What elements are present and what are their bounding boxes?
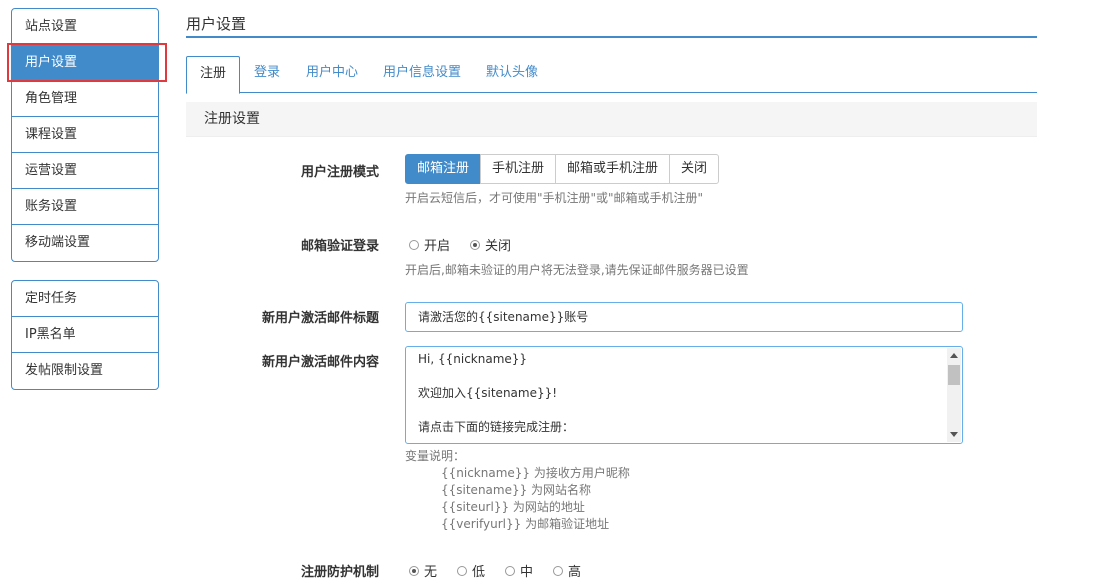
sidebar-item-mobile-settings[interactable]: 移动端设置 xyxy=(12,225,158,261)
protection-high-label: 高 xyxy=(568,565,582,580)
register-mode-group: 邮箱注册 手机注册 邮箱或手机注册 关闭 xyxy=(405,154,720,184)
email-verify-radios: 开启 关闭 xyxy=(409,235,531,254)
scroll-up-arrow-icon[interactable] xyxy=(950,353,958,358)
page-title: 用户设置 xyxy=(186,15,247,33)
email-verify-help: 开启后,邮箱未验证的用户将无法登录,请先保证邮件服务器已设置 xyxy=(405,263,749,277)
sidebar-item-operation-settings[interactable]: 运营设置 xyxy=(12,153,158,189)
tab-login[interactable]: 登录 xyxy=(254,56,280,93)
register-mode-help: 开启云短信后，才可使用"手机注册"或"邮箱或手机注册" xyxy=(405,191,704,205)
protection-medium-radio[interactable]: 中 xyxy=(505,561,533,580)
register-mode-email-button[interactable]: 邮箱注册 xyxy=(405,154,482,184)
variable-item: {{siteurl}} 为网站的地址 xyxy=(441,500,585,514)
email-verify-on-radio[interactable]: 开启 xyxy=(409,235,450,254)
sidebar-item-role-management[interactable]: 角色管理 xyxy=(12,81,158,117)
tab-bar: 注册 登录 用户中心 用户信息设置 默认头像 xyxy=(186,56,1037,94)
register-mode-phone-button[interactable]: 手机注册 xyxy=(480,154,557,184)
sidebar-item-post-limit[interactable]: 发帖限制设置 xyxy=(12,353,158,389)
email-verify-on-label: 开启 xyxy=(424,239,451,254)
section-header: 注册设置 xyxy=(186,102,1037,137)
sidebar-item-course-settings[interactable]: 课程设置 xyxy=(12,117,158,153)
protection-radios: 无 低 中 高 xyxy=(409,561,601,580)
radio-circle-icon xyxy=(409,239,419,250)
sidebar-item-account-settings[interactable]: 账务设置 xyxy=(12,189,158,225)
variables-help: 变量说明： {{nickname}} 为接收方用户昵称 {{sitename}}… xyxy=(405,448,630,533)
variable-item: {{nickname}} 为接收方用户昵称 xyxy=(441,466,630,480)
protection-medium-label: 中 xyxy=(520,565,534,580)
textarea-scrollbar[interactable] xyxy=(947,348,961,442)
sidebar-item-ip-blacklist[interactable]: IP黑名单 xyxy=(12,317,158,353)
variables-title: 变量说明： xyxy=(405,449,466,463)
scroll-down-arrow-icon[interactable] xyxy=(950,432,958,437)
sidebar-group-main: 站点设置 用户设置 角色管理 课程设置 运营设置 账务设置 移动端设置 xyxy=(11,8,159,262)
scroll-thumb[interactable] xyxy=(948,365,960,385)
tab-default-avatar[interactable]: 默认头像 xyxy=(486,56,538,93)
sidebar-item-site-settings[interactable]: 站点设置 xyxy=(12,9,158,45)
activation-body-textarea[interactable]: Hi, {{nickname}} 欢迎加入{{sitename}}! 请点击下面… xyxy=(405,346,963,444)
body-line: Hi, {{nickname}} xyxy=(418,352,528,366)
email-verify-label: 邮箱验证登录 xyxy=(300,239,379,254)
radio-circle-icon xyxy=(553,565,564,576)
email-verify-off-label: 关闭 xyxy=(485,239,512,254)
variable-item: {{verifyurl}} 为邮箱验证地址 xyxy=(441,517,610,531)
protection-low-radio[interactable]: 低 xyxy=(457,561,485,580)
activation-body-content: Hi, {{nickname}} 欢迎加入{{sitename}}! 请点击下面… xyxy=(418,351,574,436)
email-verify-off-radio[interactable]: 关闭 xyxy=(470,235,511,254)
register-mode-email-or-phone-button[interactable]: 邮箱或手机注册 xyxy=(555,154,671,184)
radio-checked-icon xyxy=(409,565,419,576)
activation-body-label: 新用户激活邮件内容 xyxy=(261,355,379,370)
register-mode-label: 用户注册模式 xyxy=(300,165,379,180)
sidebar-group-secondary: 定时任务 IP黑名单 发帖限制设置 xyxy=(11,280,159,390)
tab-user-info-settings[interactable]: 用户信息设置 xyxy=(383,56,461,93)
protection-none-radio[interactable]: 无 xyxy=(409,561,437,580)
sidebar-item-user-settings[interactable]: 用户设置 xyxy=(12,45,158,81)
title-divider xyxy=(186,36,1037,38)
tab-register[interactable]: 注册 xyxy=(186,56,241,94)
body-line xyxy=(418,368,574,385)
tab-user-center[interactable]: 用户中心 xyxy=(306,56,358,93)
protection-low-label: 低 xyxy=(472,565,486,580)
body-line: 请点击下面的链接完成注册： xyxy=(418,420,575,434)
activation-subject-input[interactable]: 请激活您的{{sitename}}账号 xyxy=(405,302,963,332)
protection-high-radio[interactable]: 高 xyxy=(553,561,581,580)
sidebar-item-scheduled-tasks[interactable]: 定时任务 xyxy=(12,281,158,317)
register-mode-close-button[interactable]: 关闭 xyxy=(669,154,720,184)
body-line xyxy=(418,402,574,419)
protection-none-label: 无 xyxy=(424,565,438,580)
body-line: 欢迎加入{{sitename}}! xyxy=(418,386,558,400)
radio-circle-icon xyxy=(457,565,468,576)
variable-item: {{sitename}} 为网站名称 xyxy=(441,483,592,497)
radio-checked-icon xyxy=(470,239,481,250)
radio-circle-icon xyxy=(505,565,516,576)
activation-subject-label: 新用户激活邮件标题 xyxy=(261,311,379,326)
protection-label: 注册防护机制 xyxy=(300,565,379,580)
